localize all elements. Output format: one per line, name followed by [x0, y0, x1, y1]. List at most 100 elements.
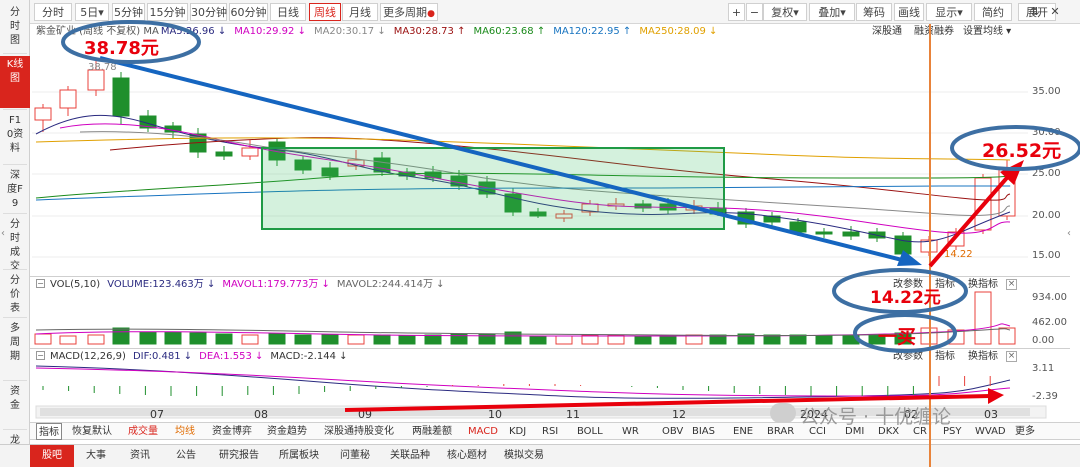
- indicator-tab-13[interactable]: OBV: [662, 423, 683, 440]
- volume-bar: [164, 331, 182, 345]
- watermark: 公众号 · 十优缠论: [800, 406, 952, 428]
- period-tab-6[interactable]: 日线: [270, 3, 306, 21]
- toolbar-button-0[interactable]: +: [728, 3, 745, 21]
- right-collapse-icon[interactable]: ‹: [1067, 228, 1071, 239]
- toolbar-button-1[interactable]: −: [746, 3, 763, 21]
- indicator-tab-7[interactable]: 两融差额: [412, 423, 452, 440]
- sidebar-item-0[interactable]: 分时图: [0, 4, 30, 48]
- candle-body: [347, 159, 365, 167]
- indicator-tab-3[interactable]: 均线: [175, 423, 195, 440]
- macd-axis-label: -2.39: [1032, 391, 1058, 402]
- indicator-tab-9[interactable]: KDJ: [509, 423, 526, 440]
- period-tab-2[interactable]: 5分钟: [112, 3, 145, 21]
- toolbar-button-3[interactable]: 叠加▾: [809, 3, 855, 21]
- indicator-tab-11[interactable]: BOLL: [577, 423, 603, 440]
- kline-chart[interactable]: 38.78 14.22: [0, 0, 1080, 467]
- toolbar-button-6[interactable]: 显示▾: [926, 3, 972, 21]
- indicator-tab-1[interactable]: 恢复默认: [72, 423, 112, 440]
- collapse-volume-icon[interactable]: −: [36, 279, 45, 288]
- macd-param-button[interactable]: 改参数: [893, 350, 923, 363]
- volume-bar: [947, 329, 965, 345]
- toolbar-button-2[interactable]: 复权▾: [763, 3, 807, 21]
- period-label: 5日▾: [80, 6, 104, 19]
- toolbar-button-7[interactable]: 简约: [974, 3, 1012, 21]
- indicator-tab-8[interactable]: MACD: [468, 423, 498, 440]
- period-tab-4[interactable]: 30分钟: [190, 3, 227, 21]
- expand-icon[interactable]: ⇅: [1028, 3, 1042, 21]
- bottom-tab-4[interactable]: 研究报告: [210, 445, 268, 467]
- macd-value-3: MACD:-2.144 ↓: [270, 351, 348, 362]
- candle-body: [424, 171, 442, 179]
- collapse-macd-icon[interactable]: −: [36, 351, 45, 360]
- close-icon[interactable]: ✕: [1048, 3, 1062, 21]
- volume-bar: [398, 335, 416, 345]
- candle-body: [164, 125, 182, 133]
- toolbar-button-5[interactable]: 画线: [894, 3, 924, 21]
- indicator-tab-4[interactable]: 资金博弈: [212, 423, 252, 440]
- indicator-tab-5[interactable]: 资金趋势: [267, 423, 307, 440]
- candle-body: [763, 215, 781, 223]
- sidebar-item-4[interactable]: 分时成交: [0, 216, 30, 272]
- consolidation-box: [261, 147, 725, 230]
- bottom-tab-0[interactable]: 股吧: [30, 445, 74, 467]
- left-collapse-icon[interactable]: ‹: [1, 228, 5, 239]
- indicator-tab-16[interactable]: BRAR: [767, 423, 794, 440]
- sidebar-divider: [3, 429, 27, 430]
- vol-switch-button[interactable]: 换指标: [968, 278, 998, 291]
- period-tab-7[interactable]: 周线: [309, 3, 341, 21]
- sidebar-item-7[interactable]: 资金: [0, 383, 30, 423]
- volume-bar: [34, 333, 52, 345]
- volume-bar: [321, 334, 339, 345]
- volume-bar: [294, 334, 312, 345]
- period-tab-8[interactable]: 月线: [342, 3, 378, 21]
- volume-bar: [634, 335, 652, 345]
- sidebar-item-1[interactable]: K线图: [0, 56, 30, 108]
- macd-switch-button[interactable]: 换指标: [968, 350, 998, 363]
- period-tab-0[interactable]: 分时: [34, 3, 72, 21]
- bottom-tab-7[interactable]: 关联品种: [382, 445, 438, 467]
- candle-body: [478, 181, 496, 195]
- indicator-tab-23[interactable]: 更多: [1015, 423, 1035, 440]
- candle-body: [59, 89, 77, 109]
- volume-bar: [504, 331, 522, 345]
- sidebar-item-6[interactable]: 多周期: [0, 320, 30, 376]
- top-link-sgt[interactable]: 深股通: [872, 25, 902, 38]
- indicator-tab-10[interactable]: RSI: [542, 423, 558, 440]
- period-tab-1[interactable]: 5日▾: [75, 3, 109, 21]
- indicator-tab-0[interactable]: 指标: [36, 423, 62, 440]
- indicator-tab-22[interactable]: WVAD: [975, 423, 1006, 440]
- period-tab-3[interactable]: 15分钟: [147, 3, 188, 21]
- high-label: 38.78: [88, 62, 117, 73]
- bottom-tab-6[interactable]: 问董秘: [330, 445, 380, 467]
- ma-value-3: MA20:30.17 ↓: [313, 26, 386, 37]
- bottom-tab-8[interactable]: 核心题材: [440, 445, 494, 467]
- time-axis-label: 09: [358, 408, 372, 421]
- period-tab-5[interactable]: 60分钟: [229, 3, 268, 21]
- indicator-tab-14[interactable]: BIAS: [692, 423, 715, 440]
- close-icon[interactable]: ×: [1006, 279, 1017, 290]
- candle-body: [189, 133, 207, 153]
- macd-indicator-button[interactable]: 指标: [935, 350, 955, 363]
- indicator-tab-15[interactable]: ENE: [733, 423, 753, 440]
- bottom-tab-9[interactable]: 模拟交易: [495, 445, 553, 467]
- indicator-tab-12[interactable]: WR: [622, 423, 639, 440]
- top-link-margin[interactable]: 融资融券: [914, 25, 954, 38]
- ma-value-1: MA5:26.96 ↓: [160, 26, 227, 37]
- bottom-tab-2[interactable]: 资讯: [118, 445, 162, 467]
- indicator-tab-6[interactable]: 深股通持股变化: [324, 423, 394, 440]
- close-icon[interactable]: ×: [1006, 351, 1017, 362]
- top-link-ma-settings[interactable]: 设置均线 ▾: [963, 25, 1011, 38]
- candle-body: [398, 171, 416, 177]
- bottom-tab-5[interactable]: 所属板块: [270, 445, 328, 467]
- sidebar-item-5[interactable]: 分价表: [0, 272, 30, 316]
- sidebar-item-2[interactable]: F10资料: [0, 112, 30, 162]
- sidebar-item-3[interactable]: 深度F9: [0, 167, 30, 211]
- toolbar-button-4[interactable]: 筹码: [856, 3, 892, 21]
- bottom-tab-1[interactable]: 大事: [76, 445, 116, 467]
- period-tab-9[interactable]: 更多周期●: [380, 3, 438, 21]
- candle-body: [241, 147, 259, 157]
- candle-body: [529, 211, 547, 217]
- bottom-tabs: 股吧 大事 资讯 公告 研究报告 所属板块 问董秘 关联品种 核心题材 模拟交易: [0, 444, 1080, 467]
- indicator-tab-2[interactable]: 成交量: [128, 423, 158, 440]
- bottom-tab-3[interactable]: 公告: [164, 445, 208, 467]
